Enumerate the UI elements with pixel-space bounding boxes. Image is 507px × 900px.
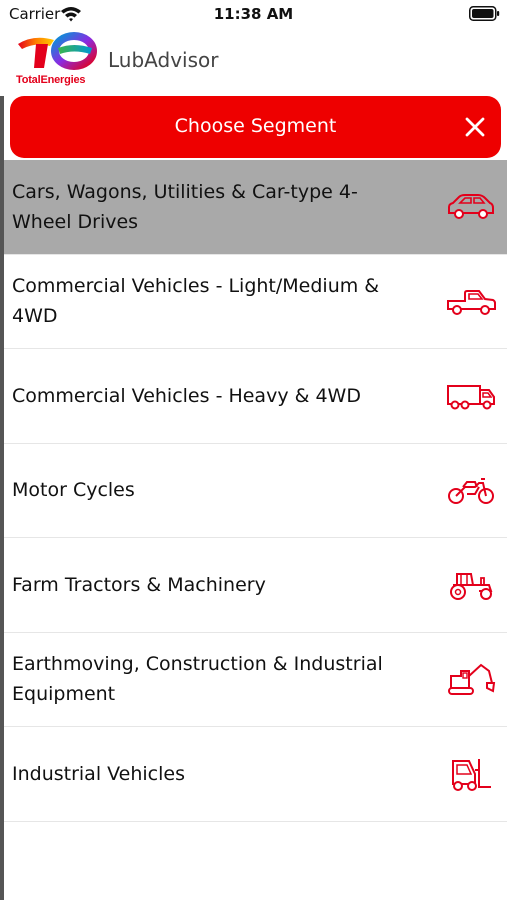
segment-picker-header: Choose Segment	[10, 96, 501, 158]
segment-row-tractors[interactable]: Farm Tractors & Machinery	[4, 538, 507, 633]
segment-label: Farm Tractors & Machinery	[12, 573, 266, 596]
status-time: 11:38 AM	[213, 5, 294, 23]
excavator-icon	[445, 659, 497, 699]
pickup-truck-icon	[445, 281, 497, 321]
segment-row-cars[interactable]: Cars, Wagons, Utilities & Car-type 4-Whe…	[4, 160, 507, 255]
segment-row-commercial-heavy[interactable]: Commercial Vehicles - Heavy & 4WD	[4, 349, 507, 444]
app-title: LubAdvisor	[108, 48, 219, 72]
heavy-truck-icon	[445, 376, 497, 416]
segment-picker-title: Choose Segment	[174, 115, 337, 137]
tractor-icon	[445, 565, 497, 605]
segment-label: Industrial Vehicles	[12, 762, 185, 785]
segment-label: Commercial Vehicles - Light/Medium & 4WD	[12, 275, 380, 328]
logo-text: TotalEnergies	[16, 74, 86, 86]
segment-list: Cars, Wagons, Utilities & Car-type 4-Whe…	[4, 160, 507, 822]
forklift-icon	[445, 754, 497, 794]
segment-row-motorcycles[interactable]: Motor Cycles	[4, 443, 507, 538]
segment-label: Motor Cycles	[12, 479, 135, 502]
motorcycle-icon	[445, 470, 497, 510]
segment-row-commercial-light[interactable]: Commercial Vehicles - Light/Medium & 4WD	[4, 254, 507, 349]
segment-row-earthmoving[interactable]: Earthmoving, Construction & Industrial E…	[4, 632, 507, 727]
segment-label: Earthmoving, Construction & Industrial E…	[12, 653, 383, 706]
battery-icon	[469, 6, 500, 21]
car-icon	[445, 187, 497, 227]
segment-label: Commercial Vehicles - Heavy & 4WD	[12, 384, 361, 407]
close-icon[interactable]	[460, 112, 490, 142]
segment-row-industrial[interactable]: Industrial Vehicles	[4, 727, 507, 822]
totalenergies-logo: TotalEnergies	[14, 30, 100, 90]
segment-label: Cars, Wagons, Utilities & Car-type 4-Whe…	[12, 180, 358, 233]
status-bar: Carrier 11:38 AM	[0, 0, 507, 30]
app-header: TotalEnergies LubAdvisor	[0, 30, 507, 92]
